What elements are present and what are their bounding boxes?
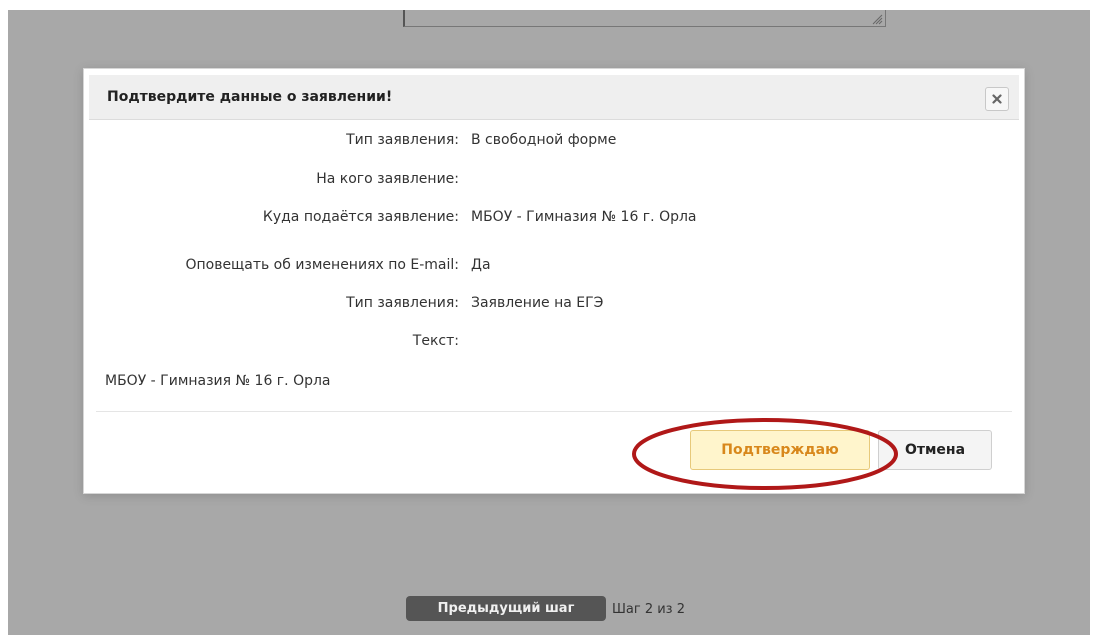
field-label: Оповещать об изменениях по E-mail: xyxy=(185,257,459,273)
field-label: Тип заявления: xyxy=(346,295,459,311)
field-text: Текст: xyxy=(84,333,1024,353)
dialog-body: Тип заявления: В свободной форме На кого… xyxy=(84,119,1024,411)
field-destination: Куда подаётся заявление: МБОУ - Гимназия… xyxy=(84,209,1024,229)
field-value: В свободной форме xyxy=(471,132,617,148)
field-application-type: Тип заявления: В свободной форме xyxy=(84,132,1024,152)
field-email-notify: Оповещать об изменениях по E-mail: Да xyxy=(84,257,1024,277)
close-button[interactable] xyxy=(985,87,1009,111)
field-label: Тип заявления: xyxy=(346,132,459,148)
field-value: Заявление на ЕГЭ xyxy=(471,295,604,311)
dialog-title: Подтвердите данные о заявлении! xyxy=(107,89,393,105)
dialog-header: Подтвердите данные о заявлении! xyxy=(89,75,1019,120)
close-icon xyxy=(992,94,1002,104)
resize-grip-icon xyxy=(872,14,883,25)
step-indicator: Шаг 2 из 2 xyxy=(612,602,685,617)
cancel-button[interactable]: Отмена xyxy=(878,430,992,470)
confirm-dialog: Подтвердите данные о заявлении! Тип заяв… xyxy=(83,68,1025,494)
application-text: МБОУ - Гимназия № 16 г. Орла xyxy=(105,373,331,389)
field-applicant: На кого заявление: xyxy=(84,171,1024,191)
field-label: На кого заявление: xyxy=(316,171,459,187)
field-value: Да xyxy=(471,257,491,273)
previous-step-button[interactable]: Предыдущий шаг xyxy=(406,596,606,621)
footer-divider xyxy=(96,411,1012,412)
field-label: Текст: xyxy=(412,333,459,349)
background-textarea xyxy=(403,10,886,27)
field-value: МБОУ - Гимназия № 16 г. Орла xyxy=(471,209,697,225)
confirm-button[interactable]: Подтверждаю xyxy=(690,430,870,470)
field-label: Куда подаётся заявление: xyxy=(262,209,459,225)
field-application-subtype: Тип заявления: Заявление на ЕГЭ xyxy=(84,295,1024,315)
